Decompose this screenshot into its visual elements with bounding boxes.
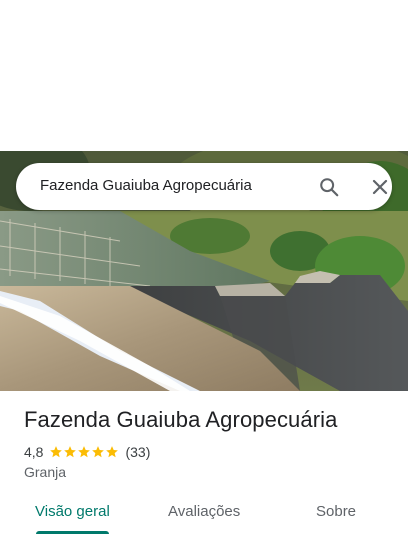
search-bar[interactable]: Fazenda Guaiuba Agropecuária — [16, 163, 392, 210]
star-icon — [50, 446, 63, 458]
star-icon — [106, 446, 119, 458]
review-count[interactable]: (33) — [125, 444, 150, 460]
star-icon — [78, 446, 91, 458]
tab-reviews[interactable]: Avaliações — [168, 503, 240, 520]
rating-row[interactable]: 4,8 (33) — [24, 443, 150, 461]
active-tab-indicator — [36, 531, 109, 534]
star-rating — [49, 445, 119, 459]
star-icon — [64, 446, 77, 458]
star-icon — [92, 446, 105, 458]
close-icon[interactable] — [370, 177, 390, 197]
place-title: Fazenda Guaiuba Agropecuária — [24, 407, 338, 432]
place-tabs: Visão geral Avaliações Sobre — [0, 490, 408, 542]
rating-value: 4,8 — [24, 444, 44, 460]
place-category: Granja — [24, 464, 67, 480]
search-input[interactable]: Fazenda Guaiuba Agropecuária — [40, 177, 252, 194]
tab-overview[interactable]: Visão geral — [35, 503, 110, 520]
place-page: Fazenda Guaiuba Agropecuária Fazenda Gua… — [0, 0, 408, 542]
search-icon[interactable] — [318, 176, 340, 198]
tab-about[interactable]: Sobre — [316, 503, 356, 520]
